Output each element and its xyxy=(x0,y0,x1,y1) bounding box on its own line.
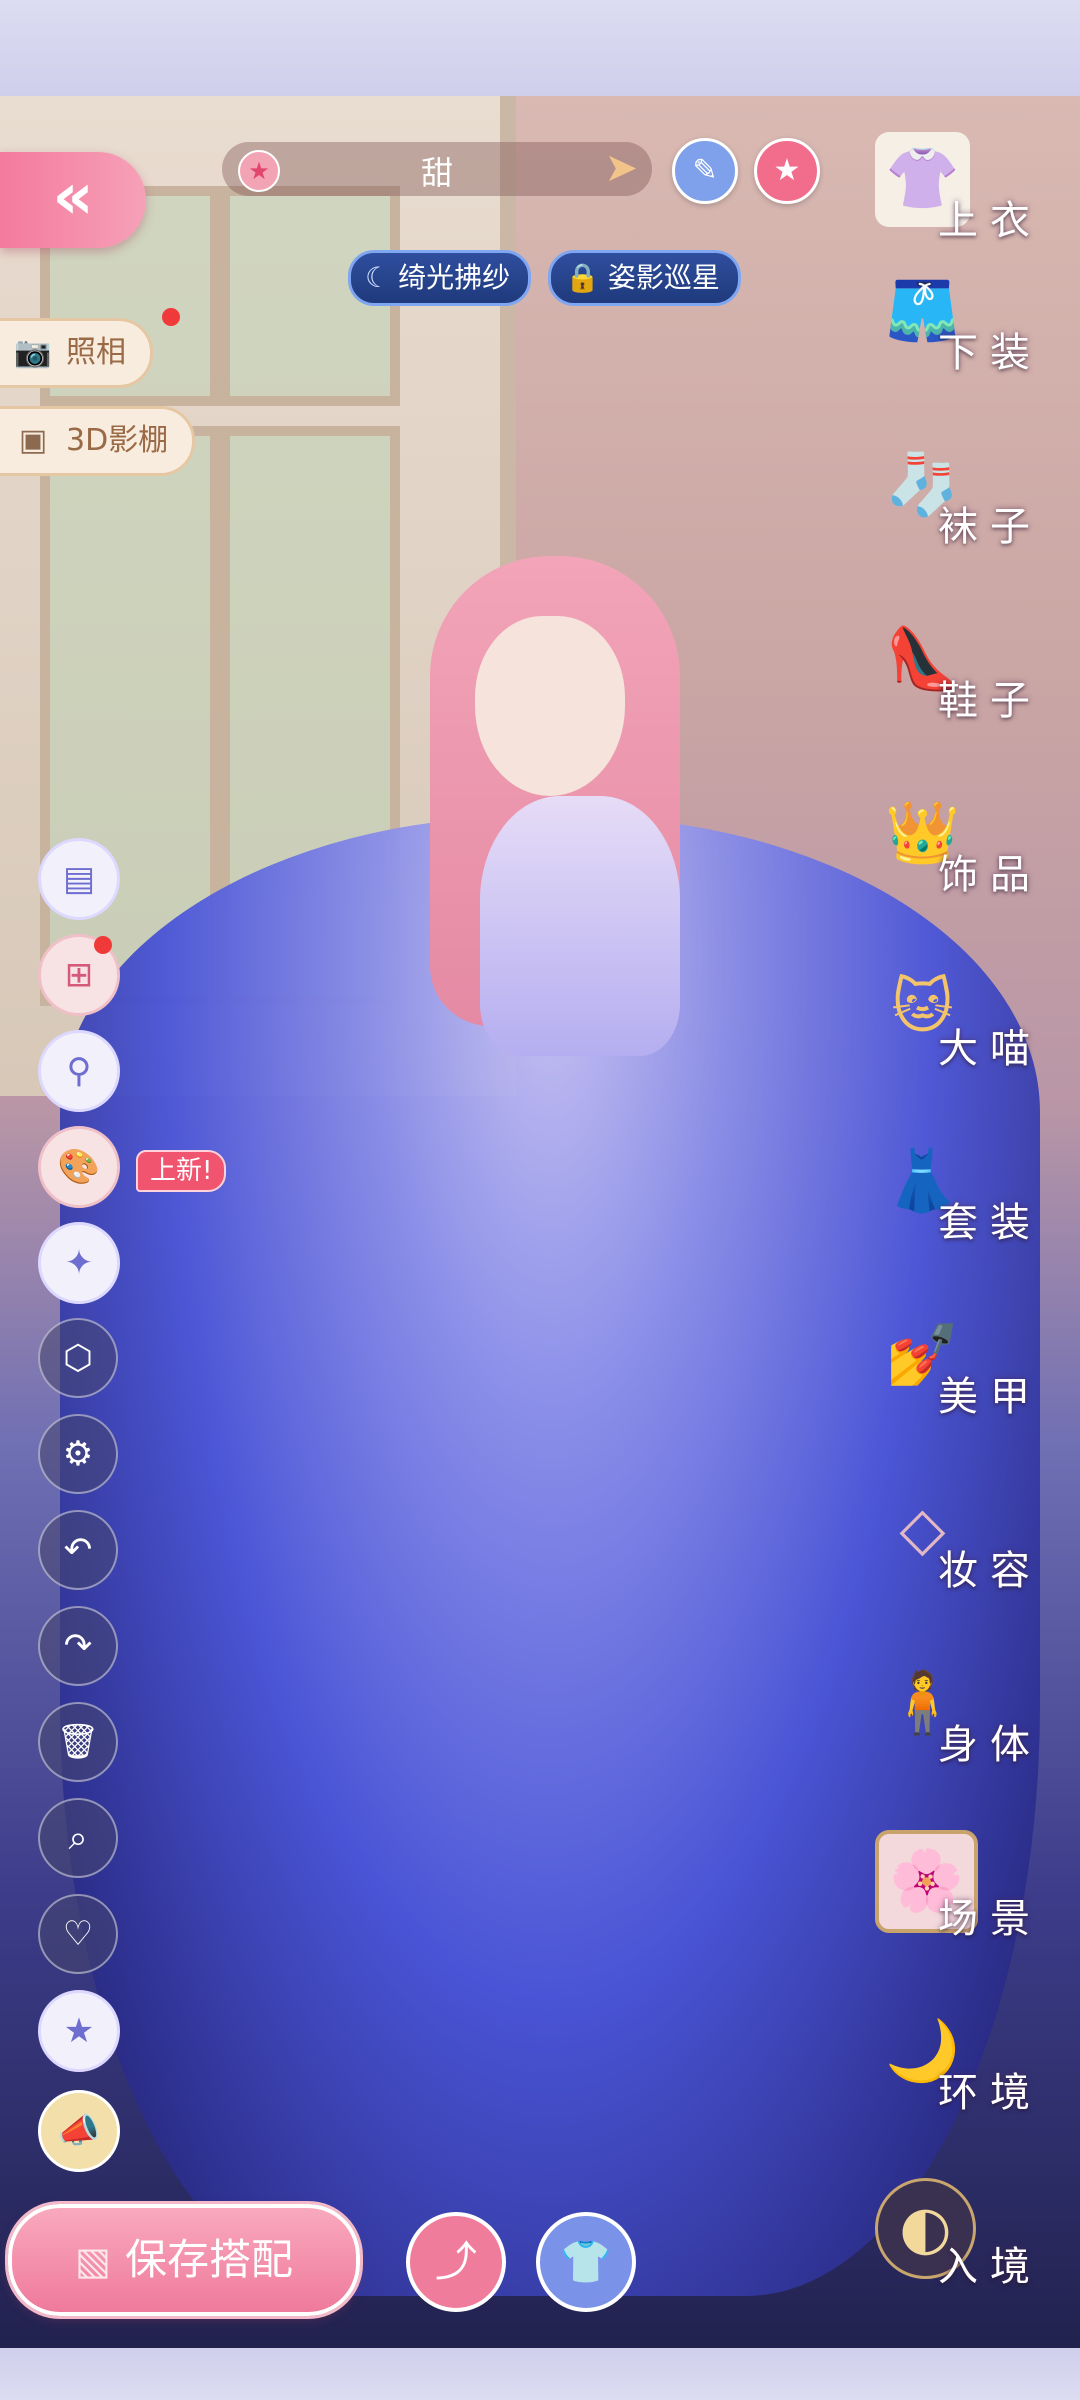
mood-label: 甜 xyxy=(420,154,453,192)
outfit-card-icon: ▤ xyxy=(62,859,96,899)
category-label: 环境 xyxy=(938,2070,1042,2116)
category-outfit-set[interactable]: 👗 套装 xyxy=(860,1134,1080,1284)
frame-icon: ⬡ xyxy=(63,1338,93,1378)
tag-locked-pose-label: 姿影巡星 xyxy=(607,261,720,294)
pencil-icon: ✎ xyxy=(692,153,718,188)
category-scene[interactable]: 🌸 场景 xyxy=(860,1830,1080,1980)
notification-dot xyxy=(162,308,180,326)
save-outfit-label: 保存搭配 xyxy=(124,2235,293,2284)
camera-icon: 📷 xyxy=(14,335,52,370)
category-label: 入境 xyxy=(938,2244,1042,2290)
like-tool[interactable]: ♡ xyxy=(38,1894,118,1974)
star-wand-tool[interactable]: ✦ xyxy=(38,1222,120,1304)
category-label: 下装 xyxy=(938,330,1042,376)
magnify-person-tool[interactable]: ⚲ xyxy=(38,1030,120,1112)
category-label: 场景 xyxy=(938,1896,1042,1942)
heart-icon: ♡ xyxy=(62,1914,94,1954)
category-nails[interactable]: 💅 美甲 xyxy=(860,1308,1080,1458)
redo-tool[interactable]: ↷ xyxy=(38,1606,118,1686)
dress-icon: 👕 xyxy=(559,2237,613,2286)
mood-selector[interactable]: ★ 甜 ➤ xyxy=(222,142,652,196)
redo-icon: ↷ xyxy=(63,1626,93,1666)
gear-icon: ⚙ xyxy=(62,1434,94,1474)
back-button[interactable]: « xyxy=(0,152,146,248)
card-icon: ▧ xyxy=(75,2239,111,2283)
arrow-right-icon: ➤ xyxy=(604,145,638,191)
top-status-band xyxy=(0,0,1080,96)
double-chevron-left-icon: « xyxy=(52,160,94,234)
studio-3d-button[interactable]: ▣ 3D影棚 xyxy=(0,406,196,476)
trash-icon: 🗑 xyxy=(56,1722,100,1762)
category-top[interactable]: 👚 上衣 xyxy=(860,132,1080,282)
save-outfit-button[interactable]: ▧ 保存搭配 xyxy=(8,2204,360,2316)
category-makeup[interactable]: ◇ 妆容 xyxy=(860,1482,1080,1632)
undo-icon: ↶ xyxy=(63,1530,93,1570)
photo-button[interactable]: 📷 照相 xyxy=(0,318,153,388)
lock-icon: 🔒 xyxy=(565,261,600,294)
announce-tool[interactable]: 📣 xyxy=(38,2090,120,2172)
category-shoes[interactable]: 👠 鞋子 xyxy=(860,612,1080,762)
character-face xyxy=(475,616,625,796)
edit-button[interactable]: ✎ xyxy=(672,138,738,204)
undo-tool[interactable]: ↶ xyxy=(38,1510,118,1590)
category-label: 妆容 xyxy=(938,1548,1042,1594)
share-icon: ⤴ xyxy=(434,2237,477,2286)
category-label: 套装 xyxy=(938,1200,1042,1246)
new-badge: 上新! xyxy=(136,1150,227,1192)
tag-pose[interactable]: ☾ 绮光拂纱 xyxy=(348,250,532,306)
category-portal[interactable]: ◐ 入境 xyxy=(860,2178,1080,2328)
moon-icon: ☾ xyxy=(365,261,391,294)
category-label: 饰品 xyxy=(938,852,1042,898)
tag-pose-label: 绮光拂纱 xyxy=(398,261,511,294)
tag-locked-pose[interactable]: 🔒 姿影巡星 xyxy=(548,250,741,306)
delete-tool[interactable]: 🗑 xyxy=(38,1702,118,1782)
cube-icon: ▣ xyxy=(18,423,48,458)
notification-dot xyxy=(94,936,112,954)
category-bottoms[interactable]: 🩳 下装 xyxy=(860,264,1080,414)
photo-label: 照相 xyxy=(66,335,126,370)
megaphone-icon: 📣 xyxy=(57,2111,101,2151)
category-label: 身体 xyxy=(938,1722,1042,1768)
share-button[interactable]: ⤴ xyxy=(406,2212,506,2312)
category-environment[interactable]: 🌙 环境 xyxy=(860,2004,1080,2154)
search-tool[interactable]: ⌕ xyxy=(38,1798,118,1878)
palette-icon: 🎨 xyxy=(57,1147,101,1187)
category-socks[interactable]: 🧦 袜子 xyxy=(860,438,1080,588)
category-label: 上衣 xyxy=(938,198,1042,244)
palette-tool[interactable]: 🎨 xyxy=(38,1126,120,1208)
category-label: 鞋子 xyxy=(938,678,1042,724)
star-badge-tool[interactable]: ★ xyxy=(38,1990,120,2072)
settings-tool[interactable]: ⚙ xyxy=(38,1414,118,1494)
category-accessories[interactable]: 👑 饰品 xyxy=(860,786,1080,936)
search-icon: ⌕ xyxy=(68,1818,88,1858)
star-badge-icon: ★ xyxy=(63,2011,95,2051)
category-label: 袜子 xyxy=(938,504,1042,550)
star-wand-icon: ✦ xyxy=(64,1243,94,1283)
layer-add-icon: ⊞ xyxy=(64,955,94,995)
category-big-cat[interactable]: 🐱 大喵 xyxy=(860,960,1080,1110)
magnify-person-icon: ⚲ xyxy=(66,1051,92,1091)
category-label: 美甲 xyxy=(938,1374,1042,1420)
category-body[interactable]: 🧍 身体 xyxy=(860,1656,1080,1806)
outfit-card-tool[interactable]: ▤ xyxy=(38,838,120,920)
character-bodice xyxy=(480,796,680,1056)
frame-tool[interactable]: ⬡ xyxy=(38,1318,118,1398)
category-label: 大喵 xyxy=(938,1026,1042,1072)
outfit-view-button[interactable]: 👕 xyxy=(536,2212,636,2312)
bottom-band xyxy=(0,2348,1080,2400)
studio-3d-label: 3D影棚 xyxy=(66,423,169,458)
favorite-button[interactable]: ★ xyxy=(754,138,820,204)
star-icon: ★ xyxy=(773,153,801,188)
